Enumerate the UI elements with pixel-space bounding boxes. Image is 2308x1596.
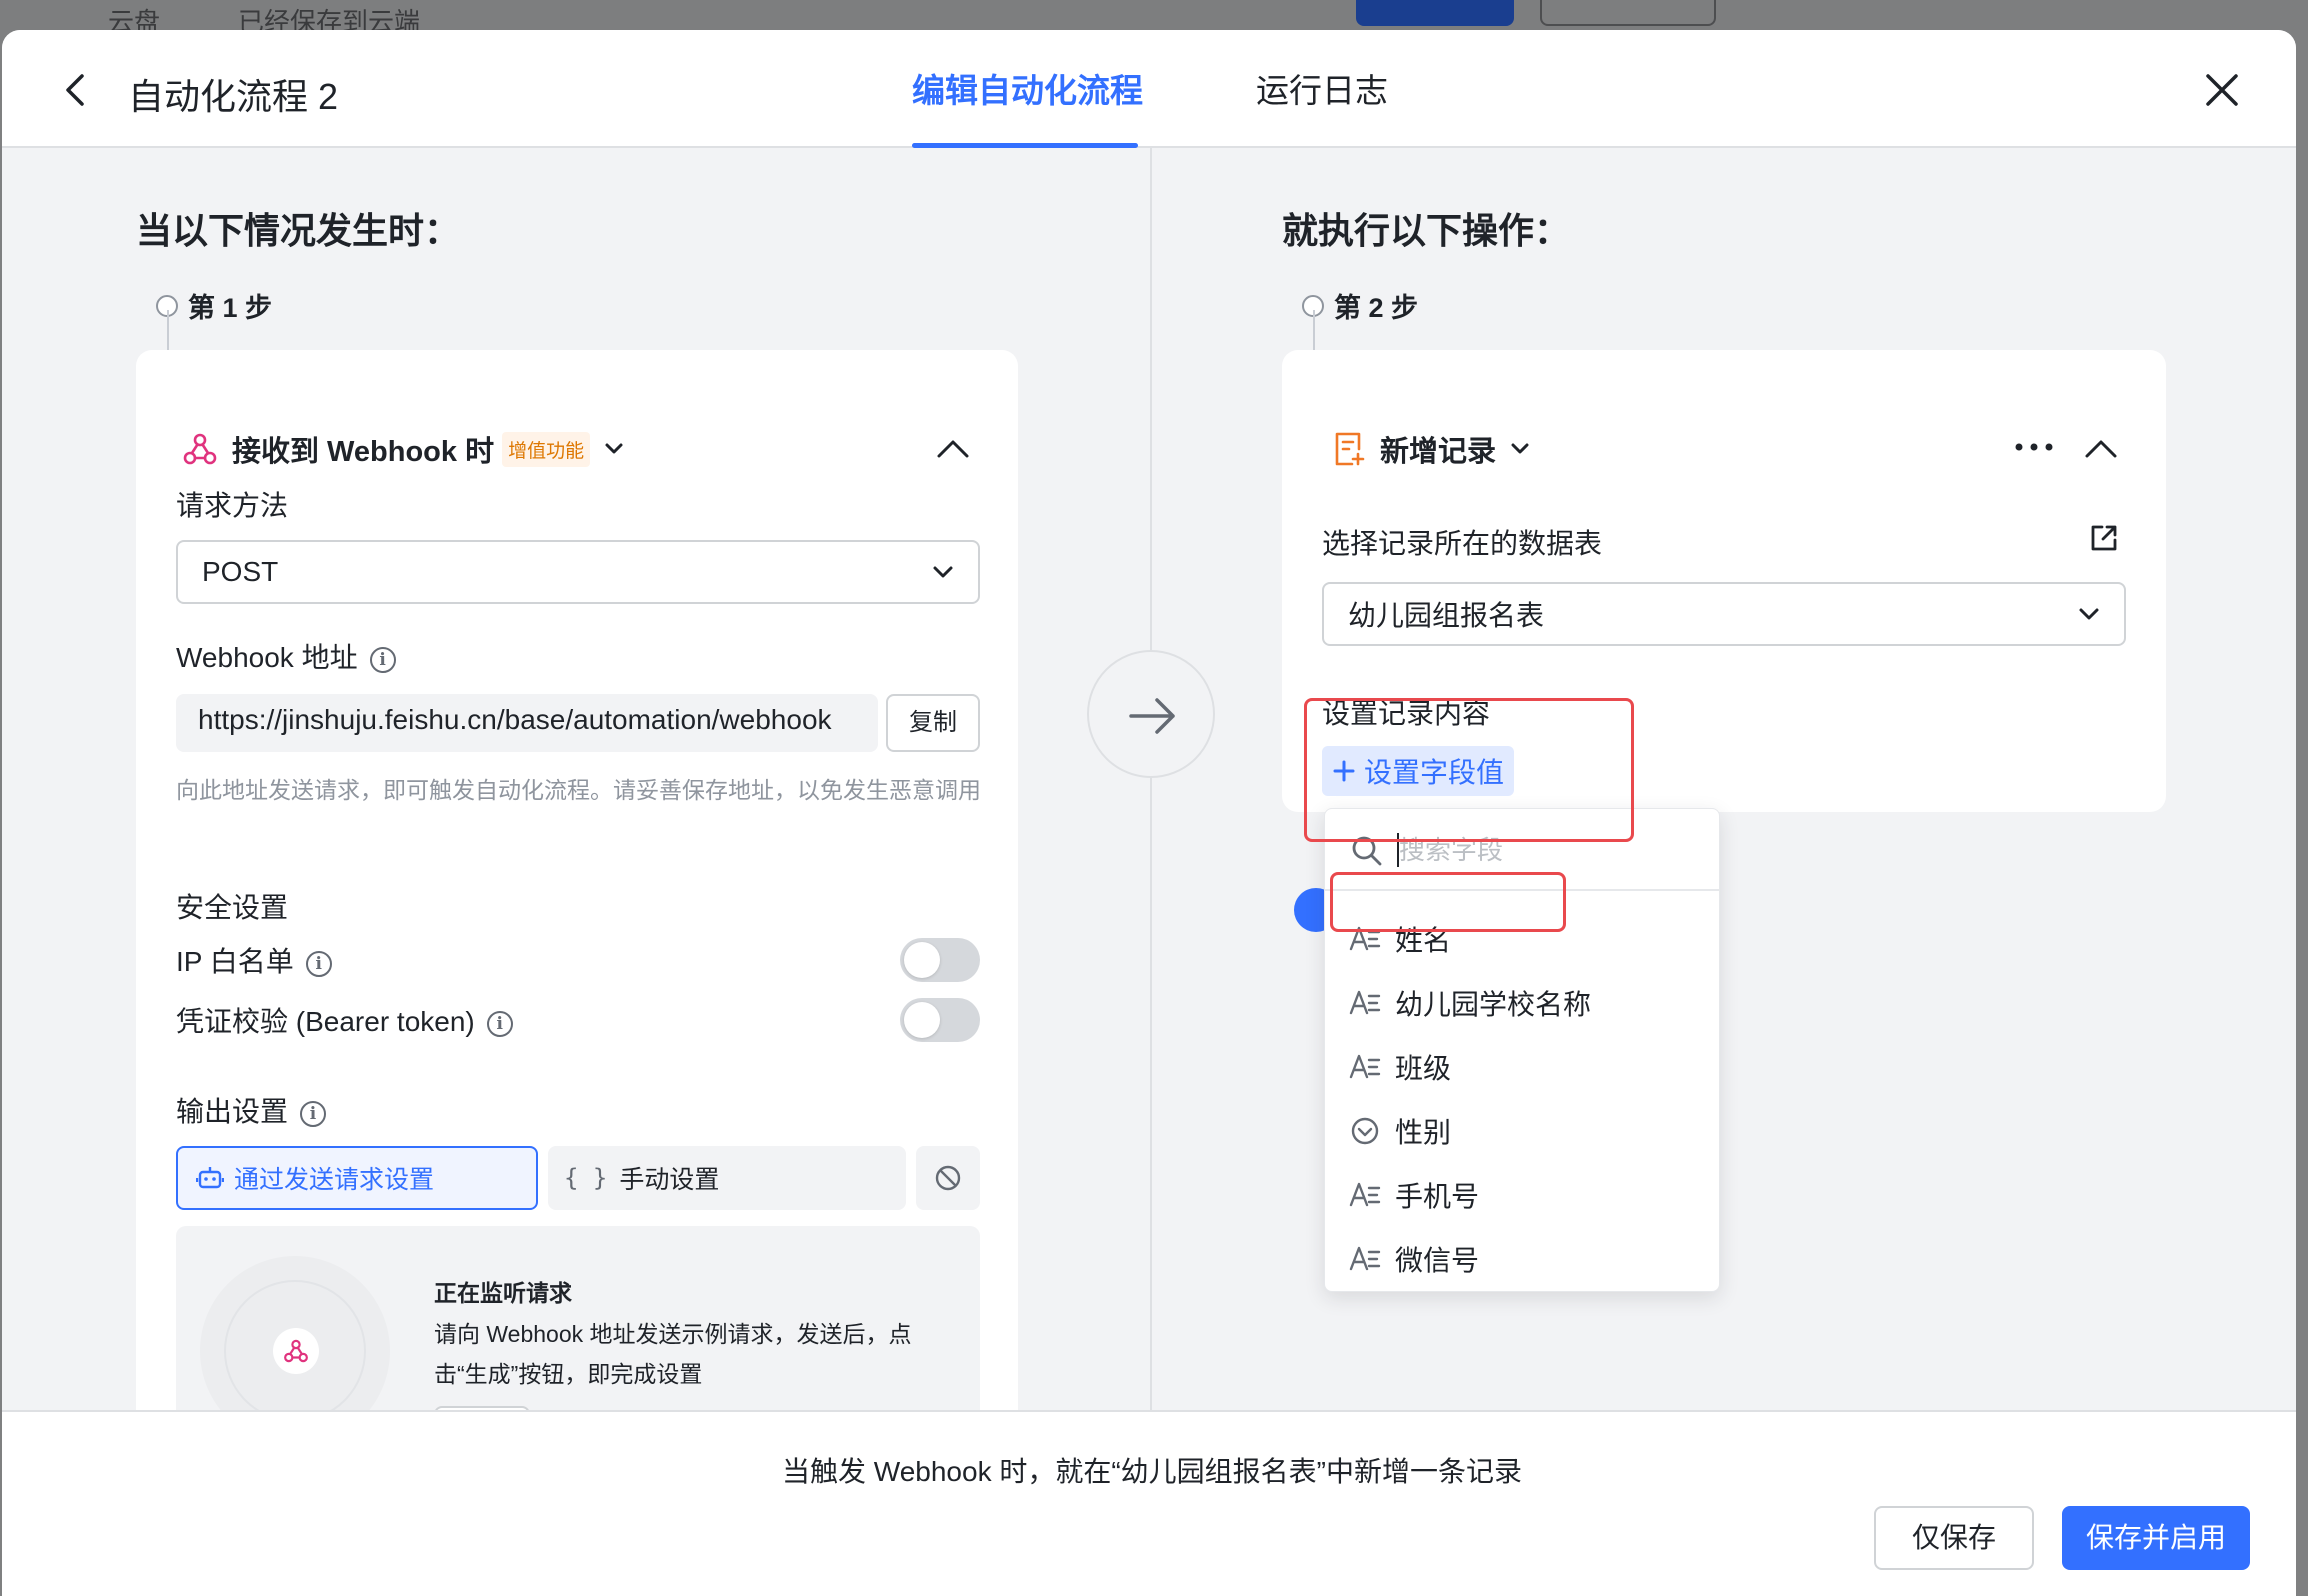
single-select-icon bbox=[1351, 1117, 1379, 1145]
save-only-button[interactable]: 仅保存 bbox=[1874, 1506, 2034, 1570]
bg-automation-button bbox=[1540, 0, 1716, 26]
webhook-icon bbox=[183, 433, 217, 465]
output-by-request-label: 通过发送请求设置 bbox=[234, 1166, 435, 1194]
info-icon[interactable]: i bbox=[300, 1100, 327, 1127]
field-option-phone[interactable]: 手机号 bbox=[1325, 1167, 1719, 1223]
more-icon[interactable] bbox=[2014, 442, 2054, 452]
field-option-gender[interactable]: 性别 bbox=[1325, 1103, 1719, 1159]
listening-title: 正在监听请求 bbox=[434, 1280, 572, 1306]
bearer-label: 凭证校验 (Bearer token) i bbox=[176, 1000, 513, 1040]
chevron-down-icon[interactable] bbox=[604, 442, 624, 456]
flow-arrow bbox=[1087, 650, 1215, 778]
panel-divider bbox=[1150, 148, 1152, 1440]
trigger-name: 接收到 Webhook 时 bbox=[232, 436, 495, 468]
method-select[interactable]: POST bbox=[176, 540, 980, 604]
field-option-label: 性别 bbox=[1395, 1117, 1452, 1148]
action-header[interactable]: 新增记录 bbox=[1332, 428, 1530, 470]
add-record-icon bbox=[1335, 432, 1365, 466]
info-icon[interactable]: i bbox=[486, 1010, 513, 1037]
method-value: POST bbox=[202, 556, 279, 587]
webhook-icon bbox=[284, 1339, 308, 1363]
text-field-icon bbox=[1349, 1246, 1381, 1271]
radar-core bbox=[273, 1328, 319, 1374]
braces-icon: { } bbox=[564, 1164, 608, 1192]
highlight-name-option bbox=[1330, 872, 1566, 932]
bearer-toggle[interactable] bbox=[900, 998, 980, 1042]
webhook-url-label: Webhook 地址 i bbox=[176, 636, 396, 676]
background-app-bar: 云盘 已经保存到云端 bbox=[0, 0, 2308, 37]
field-option-label: 手机号 bbox=[1395, 1181, 1480, 1212]
chevron-down-icon bbox=[2079, 608, 2099, 620]
robot-icon bbox=[196, 1167, 224, 1189]
webhook-hint: 向此地址发送请求，即可触发自动化流程。请妥善保存地址，以免发生恶意调用 bbox=[176, 777, 981, 803]
info-icon[interactable]: i bbox=[369, 646, 396, 673]
ip-whitelist-label: IP 白名单 i bbox=[176, 940, 332, 980]
chevron-down-icon bbox=[933, 566, 953, 578]
output-label-text: 输出设置 bbox=[176, 1096, 289, 1127]
trigger-header[interactable]: 接收到 Webhook 时 增值功能 bbox=[182, 428, 624, 470]
step-2-label: 第 2 步 bbox=[1334, 293, 1419, 323]
premium-badge: 增值功能 bbox=[502, 431, 591, 467]
table-value: 幼儿园组报名表 bbox=[1348, 600, 1545, 631]
info-icon[interactable]: i bbox=[305, 950, 332, 977]
ip-whitelist-text: IP 白名单 bbox=[176, 946, 294, 977]
field-option-class[interactable]: 班级 bbox=[1325, 1039, 1719, 1095]
arrow-right-icon bbox=[1129, 698, 1175, 734]
close-icon[interactable] bbox=[2202, 70, 2242, 110]
trigger-section-title: 当以下情况发生时： bbox=[136, 210, 461, 251]
output-by-request-button[interactable]: 通过发送请求设置 bbox=[176, 1146, 538, 1210]
text-field-icon bbox=[1349, 1182, 1381, 1207]
field-option-label: 班级 bbox=[1395, 1053, 1452, 1084]
step-1: 第 1 步 bbox=[156, 286, 272, 325]
method-label: 请求方法 bbox=[176, 490, 289, 521]
modal-footer: 当触发 Webhook 时，就在“幼儿园组报名表”中新增一条记录 仅保存 保存并… bbox=[2, 1410, 2296, 1596]
tab-run-log[interactable]: 运行日志 bbox=[1256, 64, 1388, 112]
action-section-title: 就执行以下操作： bbox=[1282, 210, 1571, 251]
automation-modal: 自动化流程 2 编辑自动化流程 运行日志 当以下情况发生时： 第 1 步 接收到… bbox=[2, 30, 2296, 1596]
active-tab-indicator bbox=[912, 143, 1138, 148]
chevron-down-icon[interactable] bbox=[1510, 442, 1530, 456]
chevron-up-icon[interactable] bbox=[936, 438, 970, 460]
step-2: 第 2 步 bbox=[1302, 286, 1418, 325]
webhook-url-field[interactable]: https://jinshuju.feishu.cn/base/automati… bbox=[176, 694, 878, 752]
output-manual-button[interactable]: { } 手动设置 bbox=[548, 1146, 906, 1210]
security-label: 安全设置 bbox=[176, 892, 289, 923]
text-field-icon bbox=[1349, 1054, 1381, 1079]
flow-title: 自动化流程 2 bbox=[128, 76, 339, 117]
webhook-url-label-text: Webhook 地址 bbox=[176, 642, 358, 673]
output-label: 输出设置 i bbox=[176, 1090, 327, 1130]
copy-button[interactable]: 复制 bbox=[886, 694, 980, 752]
field-option-school[interactable]: 幼儿园学校名称 bbox=[1325, 975, 1719, 1031]
modal-header: 自动化流程 2 编辑自动化流程 运行日志 bbox=[2, 30, 2296, 148]
bg-share-button bbox=[1356, 0, 1514, 26]
ip-whitelist-toggle[interactable] bbox=[900, 938, 980, 982]
ban-icon bbox=[935, 1165, 961, 1191]
save-and-enable-button[interactable]: 保存并启用 bbox=[2062, 1506, 2250, 1570]
trigger-card: 接收到 Webhook 时 增值功能 请求方法 POST Webhook 地址 i… bbox=[136, 350, 1018, 1490]
field-option-label: 幼儿园学校名称 bbox=[1395, 989, 1592, 1020]
action-name: 新增记录 bbox=[1380, 436, 1497, 468]
highlight-set-field-button bbox=[1304, 698, 1634, 842]
tab-edit-flow[interactable]: 编辑自动化流程 bbox=[912, 64, 1143, 112]
field-option-wechat[interactable]: 微信号 bbox=[1325, 1231, 1719, 1287]
table-select[interactable]: 幼儿园组报名表 bbox=[1322, 582, 2126, 646]
back-arrow-icon[interactable] bbox=[58, 70, 94, 110]
chevron-up-icon[interactable] bbox=[2084, 438, 2118, 460]
text-field-icon bbox=[1349, 990, 1381, 1015]
field-option-label: 微信号 bbox=[1395, 1245, 1480, 1276]
output-manual-label: 手动设置 bbox=[619, 1166, 720, 1194]
output-disable-button[interactable] bbox=[916, 1146, 980, 1210]
external-link-icon[interactable] bbox=[2088, 522, 2120, 554]
bearer-text: 凭证校验 (Bearer token) bbox=[176, 1006, 475, 1037]
listening-description: 请向 Webhook 地址发送示例请求，发送后，点击“生成”按钮，即完成设置 bbox=[434, 1321, 912, 1387]
step-1-label: 第 1 步 bbox=[188, 293, 273, 323]
table-select-label: 选择记录所在的数据表 bbox=[1322, 528, 1603, 559]
flow-summary: 当触发 Webhook 时，就在“幼儿园组报名表”中新增一条记录 bbox=[782, 1456, 1522, 1487]
